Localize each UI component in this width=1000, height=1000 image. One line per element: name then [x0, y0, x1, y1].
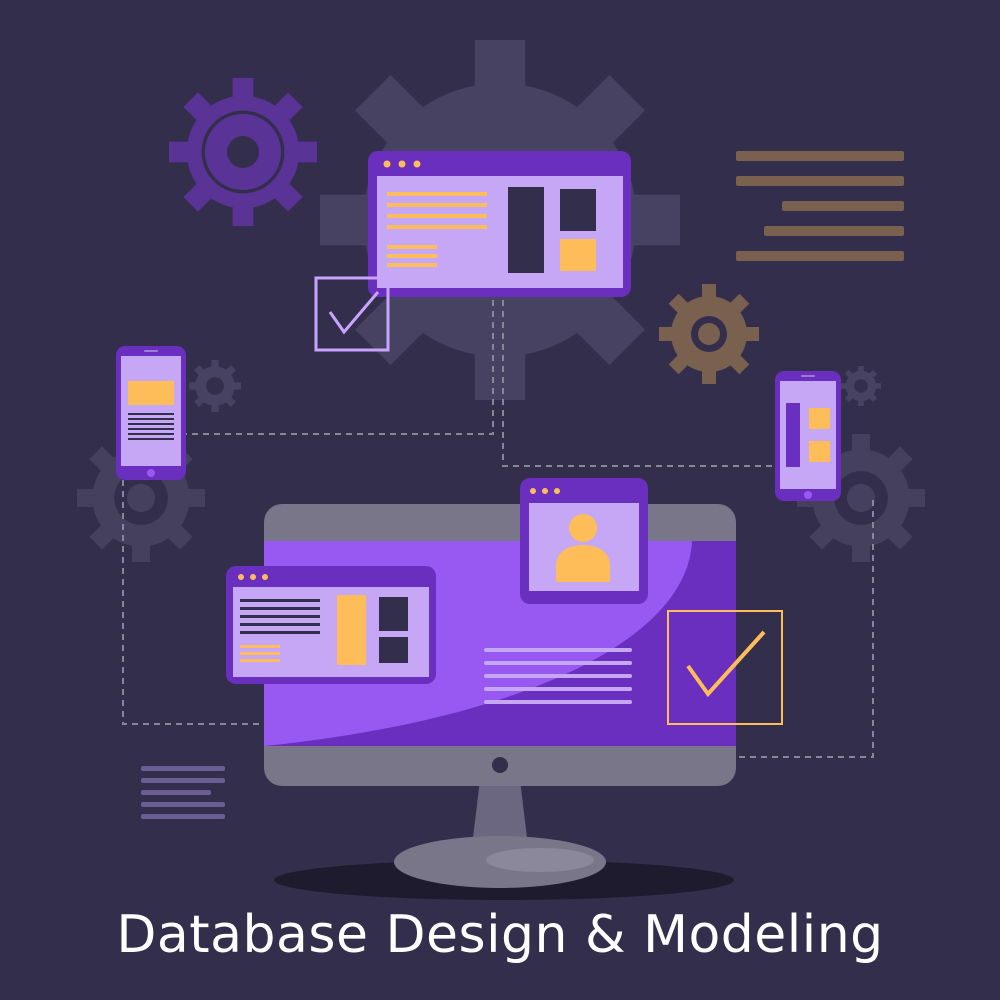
monitor-camera	[492, 757, 508, 773]
profile-window	[520, 478, 648, 604]
gear-icon-small-left	[189, 360, 241, 412]
browser-window-top	[368, 151, 631, 297]
caption-title: Database Design & Modeling	[116, 905, 884, 965]
gear-icon-brown-hub	[698, 323, 720, 345]
gear-icon-small-right	[841, 366, 881, 406]
browser-window-left	[226, 566, 436, 684]
gear-icon-purple-hole	[205, 114, 281, 190]
illustration	[0, 0, 1000, 1000]
phone-left	[116, 346, 186, 480]
phone-right	[775, 371, 841, 501]
